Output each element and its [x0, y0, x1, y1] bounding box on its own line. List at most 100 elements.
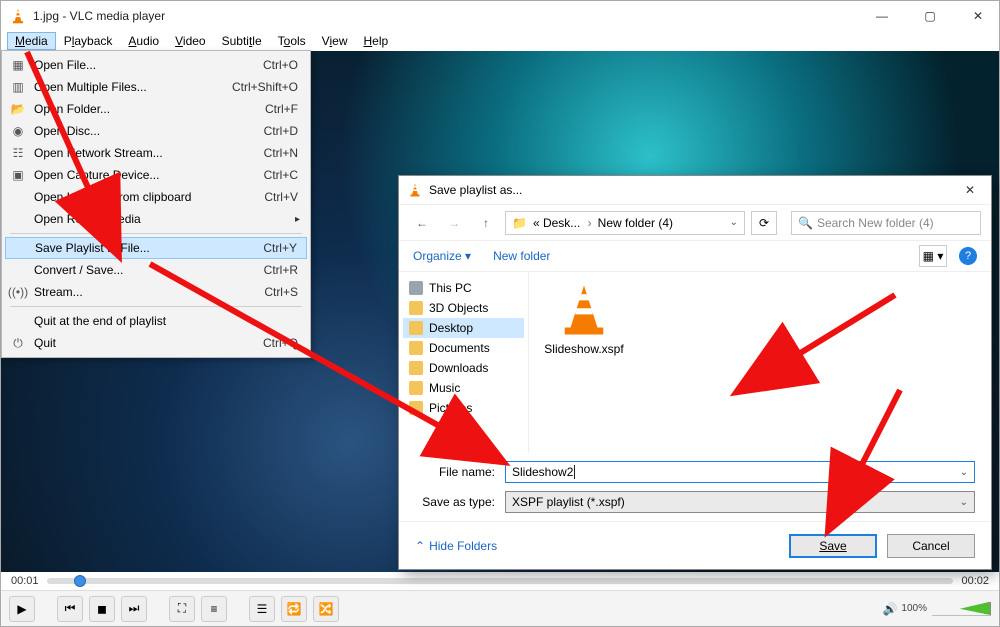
organize-menu[interactable]: Organize ▾: [413, 249, 471, 263]
chevron-down-icon[interactable]: ⌄: [730, 217, 738, 228]
playlist-button[interactable]: ☰: [249, 596, 275, 622]
save-button[interactable]: Save: [789, 534, 877, 558]
hide-folders-link[interactable]: ⌃ Hide Folders: [415, 539, 497, 553]
folder-open-icon: 📂: [10, 101, 26, 117]
ext-settings-button[interactable]: ≡: [201, 596, 227, 622]
pc-icon: [409, 281, 423, 295]
close-button[interactable]: ✕: [965, 6, 991, 26]
menu-playback[interactable]: Playback: [56, 32, 121, 50]
tree-item[interactable]: This PC: [403, 278, 524, 298]
file-list[interactable]: Slideshow.xspf: [529, 272, 991, 453]
menu-item-label: Open Recent Media: [34, 212, 141, 226]
tree-item-label: Downloads: [429, 361, 488, 375]
window-buttons: — ▢ ✕: [869, 6, 991, 26]
folder-icon: [409, 341, 423, 355]
loop-button[interactable]: 🔁: [281, 596, 307, 622]
seek-track[interactable]: [47, 578, 954, 584]
view-mode-button[interactable]: ▦ ▾: [919, 245, 947, 267]
savetype-select[interactable]: XSPF playlist (*.xspf) ⌄: [505, 491, 975, 513]
menu-item[interactable]: ▦Open File...Ctrl+O: [4, 54, 308, 76]
tree-item-label: Desktop: [429, 321, 473, 335]
time-elapsed: 00:01: [11, 575, 39, 587]
window-title: 1.jpg - VLC media player: [33, 9, 869, 23]
new-folder-button[interactable]: New folder: [493, 249, 550, 263]
next-button[interactable]: ⏭: [121, 596, 147, 622]
menu-item-label: Open Location from clipboard: [34, 190, 191, 204]
breadcrumb[interactable]: 📁 « Desk... New folder (4) ⌄: [505, 211, 745, 235]
fullscreen-button[interactable]: ⛶: [169, 596, 195, 622]
maximize-button[interactable]: ▢: [917, 6, 943, 26]
menu-help[interactable]: Help: [355, 32, 396, 50]
stop-button[interactable]: ◼: [89, 596, 115, 622]
nav-forward-icon[interactable]: →: [441, 210, 467, 236]
menu-item-shortcut: Ctrl+S: [264, 285, 298, 299]
menu-item-label: Quit at the end of playlist: [34, 314, 166, 328]
nav-back-icon[interactable]: ←: [409, 210, 435, 236]
filename-input[interactable]: Slideshow2 ⌄: [505, 461, 975, 483]
nav-up-icon[interactable]: ↑: [473, 210, 499, 236]
network-icon: ☷: [10, 145, 26, 161]
breadcrumb-seg-0[interactable]: « Desk...: [533, 216, 592, 230]
save-dialog: Save playlist as... ✕ ← → ↑ 📁 « Desk... …: [398, 175, 992, 570]
menu-item-shortcut: Ctrl+V: [264, 190, 298, 204]
refresh-button[interactable]: ⟳: [751, 211, 777, 235]
menu-item[interactable]: ⏻QuitCtrl+Q: [4, 332, 308, 354]
menu-item-shortcut: Ctrl+O: [263, 58, 298, 72]
menu-view[interactable]: View: [314, 32, 356, 50]
menu-video[interactable]: Video: [167, 32, 213, 50]
menu-item-label: Open File...: [34, 58, 96, 72]
seek-thumb[interactable]: [74, 575, 86, 587]
menu-item[interactable]: Save Playlist to File...Ctrl+Y: [5, 237, 307, 259]
text-cursor: [574, 465, 575, 479]
tree-item[interactable]: 3D Objects: [403, 298, 524, 318]
menu-tools[interactable]: Tools: [270, 32, 314, 50]
chevron-down-icon[interactable]: ⌄: [960, 497, 968, 508]
dialog-close-button[interactable]: ✕: [957, 180, 983, 200]
mute-icon[interactable]: 🔊: [882, 602, 897, 616]
capture-icon: ▣: [10, 167, 26, 183]
breadcrumb-seg-1[interactable]: New folder (4): [598, 216, 673, 230]
menu-item-label: Open Multiple Files...: [34, 80, 147, 94]
dialog-footer: ⌃ Hide Folders Save Cancel: [399, 521, 991, 569]
shuffle-button[interactable]: 🔀: [313, 596, 339, 622]
menu-item[interactable]: ◉Open Disc...Ctrl+D: [4, 120, 308, 142]
menu-item[interactable]: ((•))Stream...Ctrl+S: [4, 281, 308, 303]
menu-item[interactable]: ▣Open Capture Device...Ctrl+C: [4, 164, 308, 186]
minimize-button[interactable]: —: [869, 6, 895, 26]
menu-media[interactable]: Media: [7, 32, 56, 50]
help-icon[interactable]: ?: [959, 247, 977, 265]
cancel-button[interactable]: Cancel: [887, 534, 975, 558]
volume-slider[interactable]: [931, 602, 991, 616]
menu-bar: Media Playback Audio Video Subtitle Tool…: [1, 31, 999, 51]
menu-item[interactable]: Open Location from clipboard Ctrl+V: [4, 186, 308, 208]
folder-icon: 📁: [512, 216, 527, 230]
file-item[interactable]: Slideshow.xspf: [539, 282, 629, 356]
tree-item[interactable]: Documents: [403, 338, 524, 358]
menu-item-shortcut: Ctrl+D: [264, 124, 298, 138]
menu-item-label: Open Disc...: [34, 124, 100, 138]
play-button[interactable]: ▶: [9, 596, 35, 622]
folder-icon: [409, 301, 423, 315]
menu-item[interactable]: 📂Open Folder...Ctrl+F: [4, 98, 308, 120]
prev-button[interactable]: ⏮: [57, 596, 83, 622]
tree-item[interactable]: Music: [403, 378, 524, 398]
search-input[interactable]: 🔍 Search New folder (4): [791, 211, 981, 235]
menu-item[interactable]: Quit at the end of playlist: [4, 310, 308, 332]
savetype-label: Save as type:: [415, 495, 505, 509]
seek-bar: 00:01 00:02: [1, 572, 999, 590]
menu-item-label: Save Playlist to File...: [35, 241, 150, 255]
tree-item[interactable]: Pictures: [403, 398, 524, 418]
menu-item[interactable]: ☷Open Network Stream...Ctrl+N: [4, 142, 308, 164]
files-icon: ▥: [10, 79, 26, 95]
menu-item[interactable]: Convert / Save...Ctrl+R: [4, 259, 308, 281]
menu-subtitle[interactable]: Subtitle: [214, 32, 270, 50]
menu-item[interactable]: ▥Open Multiple Files...Ctrl+Shift+O: [4, 76, 308, 98]
tree-item[interactable]: Downloads: [403, 358, 524, 378]
menu-audio[interactable]: Audio: [120, 32, 167, 50]
menu-item[interactable]: Open Recent Media: [4, 208, 308, 230]
tree-item[interactable]: Desktop: [403, 318, 524, 338]
menu-item-label: Quit: [34, 336, 56, 350]
tree-item-label: Pictures: [429, 401, 472, 415]
volume: 🔊 100%: [882, 602, 991, 616]
chevron-down-icon[interactable]: ⌄: [960, 467, 968, 478]
